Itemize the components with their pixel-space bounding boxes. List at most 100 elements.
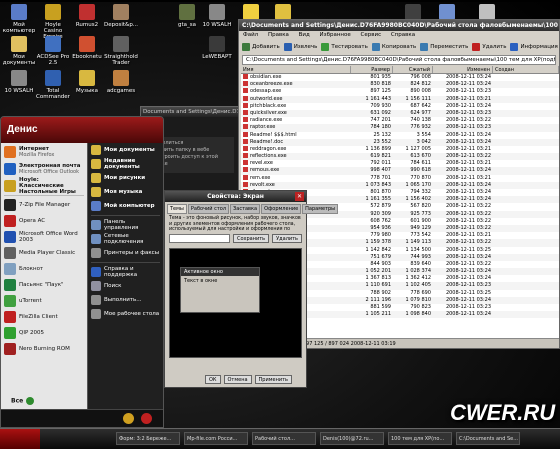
table-row[interactable]: radiance.exe 747 201 740 138 2008-12-11 03:…: [241, 117, 559, 124]
delete-button[interactable]: Удалить: [472, 43, 506, 51]
desktop-icon[interactable]: gta_sa: [170, 4, 204, 28]
recent-program-item[interactable]: Media Player Classic: [1, 245, 87, 261]
menu-edit[interactable]: Правка: [268, 32, 289, 38]
start-menu-place[interactable]: Выполнить...: [88, 293, 163, 307]
recent-program-item[interactable]: Opera AC: [1, 213, 87, 229]
desktop-icon[interactable]: 10 WSALH: [2, 70, 36, 94]
recent-program-item[interactable]: 7-Zip File Manager: [1, 197, 87, 213]
logoff-icon[interactable]: [123, 413, 134, 424]
taskbar-button[interactable]: Мр-file.com Росси...: [184, 432, 248, 445]
pinned-item[interactable]: Электронная почта Microsoft Office Outloo…: [1, 160, 87, 177]
table-row[interactable]: odessap.exe 897 125 890 008 2008-12-11 03:2…: [241, 88, 559, 95]
tab-screensaver[interactable]: Заставка: [230, 204, 261, 214]
display-properties-dialog[interactable]: Свойства: Экран ✕ Темы Рабочий стол Заст…: [164, 190, 339, 388]
extract-button[interactable]: Извлечь: [283, 43, 317, 51]
taskbar-button[interactable]: Форм: 3:2 Береже...: [116, 432, 180, 445]
table-row[interactable]: obsidian.exe 801 935 796 008 2008-12-11 03:…: [241, 74, 559, 81]
start-menu-place[interactable]: Мое рабочее стола: [88, 307, 163, 321]
start-menu[interactable]: Денис Интернет Mozilla Firefox Электронная…: [0, 116, 164, 428]
table-row[interactable]: raptor.exe 784 180 776 932 2008-12-11 03:23: [241, 124, 559, 132]
recent-program-item[interactable]: Пасьянс "Паук": [1, 277, 87, 293]
col-name[interactable]: Имя: [241, 66, 351, 73]
copy-button[interactable]: Копировать: [371, 43, 416, 51]
apply-button[interactable]: Применить: [254, 375, 292, 384]
save-button[interactable]: Сохранить: [233, 234, 270, 243]
taskbar-button[interactable]: Рабочий стол...: [252, 432, 316, 445]
recent-program-item[interactable]: Блокнот: [1, 261, 87, 277]
tab-settings[interactable]: Параметры: [302, 204, 339, 214]
col-packed[interactable]: Сжатый: [393, 66, 433, 73]
menu-tools[interactable]: Сервис: [361, 32, 382, 38]
recent-program-item[interactable]: QIP 2005: [1, 325, 87, 341]
cancel-button[interactable]: Отмена: [223, 375, 252, 384]
desktop-icon[interactable]: Rumus2: [70, 4, 104, 28]
start-menu-place[interactable]: Мои документы: [88, 143, 163, 157]
start-menu-place[interactable]: Сетевые подключения: [88, 232, 163, 246]
table-row[interactable]: reddragon.exe 1 136 899 1 127 005 2008-12-1…: [241, 145, 559, 153]
pinned-item[interactable]: Интернет Mozilla Firefox: [1, 143, 87, 160]
taskbar-button[interactable]: 100 тем для XP(по...: [388, 432, 452, 445]
delete-theme-button[interactable]: Удалить: [272, 234, 302, 243]
ok-button[interactable]: ОК: [205, 375, 221, 384]
start-menu-place[interactable]: Мой компьютер: [88, 199, 163, 213]
table-row[interactable]: revolt.exe 1 073 843 1 065 170 2008-12-11 0…: [241, 181, 559, 189]
recent-program-item[interactable]: FileZilla Client: [1, 309, 87, 325]
desktop-icon[interactable]: Музыка: [70, 70, 104, 94]
start-menu-place[interactable]: Моя музыка: [88, 185, 163, 199]
table-row[interactable]: rem.exe 778 701 770 870 2008-12-11 03:21: [241, 174, 559, 182]
start-button[interactable]: [0, 429, 40, 449]
taskbar-button[interactable]: Denis(100)@72.ru...: [320, 432, 384, 445]
desktop-icon[interactable]: Deposit&p...: [104, 4, 138, 28]
tab-desktop[interactable]: Рабочий стол: [187, 204, 230, 214]
shutdown-icon[interactable]: [141, 413, 152, 424]
table-row[interactable]: remous.exe 998 407 990 618 2008-12-11 03:24: [241, 167, 559, 175]
info-button[interactable]: Информация: [510, 43, 558, 51]
col-size[interactable]: Размер: [351, 66, 393, 73]
menu-view[interactable]: Вид: [299, 32, 310, 38]
table-row[interactable]: oceanbreeze.exe 830 818 824 812 2008-12-11 …: [241, 81, 559, 89]
taskbar-button[interactable]: C:\Documents and Se...: [456, 432, 520, 445]
desktop-icon[interactable]: Hoyle Casino Empire: [36, 4, 70, 40]
recent-program-item[interactable]: Microsoft Office Word 2003: [1, 229, 87, 245]
recent-program-item[interactable]: Nero Burning ROM: [1, 341, 87, 357]
col-modified[interactable]: Изменен: [433, 66, 493, 73]
desktop-icon[interactable]: Ebooknetu: [70, 36, 104, 60]
close-icon[interactable]: ✕: [295, 192, 304, 201]
test-button[interactable]: Тестировать: [321, 43, 368, 51]
desktop-icon[interactable]: 10 WSALH: [200, 4, 234, 28]
desktop-icon[interactable]: LeWEBAPT: [200, 36, 234, 60]
start-menu-place[interactable]: Недавние документы: [88, 157, 163, 171]
recent-program-item[interactable]: uTorrent: [1, 293, 87, 309]
file-packed-cell: 949 129: [410, 224, 431, 231]
col-created[interactable]: Создан: [493, 66, 559, 73]
all-programs-button[interactable]: Все: [11, 397, 35, 405]
add-button[interactable]: Добавить: [242, 43, 280, 51]
desktop-icon[interactable]: Мой компьютер: [2, 4, 36, 34]
move-button[interactable]: Переместить: [420, 43, 468, 51]
start-menu-place[interactable]: Принтеры и факсы: [88, 246, 163, 260]
tab-appearance[interactable]: Оформление: [261, 204, 302, 214]
table-row[interactable]: reflections.exe 619 821 613 670 2008-12-11 …: [241, 153, 559, 161]
menu-help[interactable]: Справка: [391, 32, 415, 38]
theme-select[interactable]: [169, 234, 230, 243]
start-menu-place[interactable]: Поиск: [88, 279, 163, 293]
pinned-item[interactable]: Hoyle: Классические Настольные Игры: [1, 177, 87, 195]
table-row[interactable]: quicksilver.exe 631 092 624 977 2008-12-11 …: [241, 109, 559, 118]
desktop-icon[interactable]: Total Commander: [36, 70, 70, 100]
table-row[interactable]: revel.exe 792 011 784 611 2008-12-11 03:21: [241, 160, 559, 167]
start-menu-place[interactable]: Справка и поддержка: [88, 265, 163, 279]
address-bar[interactable]: C:\Documents and Settings\Денис.D76FA998…: [242, 55, 556, 65]
table-row[interactable]: Readme! $$$.html 25 132 3 554 2008-12-11 03…: [241, 131, 559, 139]
desktop-icon[interactable]: Мои документы: [2, 36, 36, 66]
table-row[interactable]: Readme!.doc 23 552 3 042 2008-12-11 03:24: [241, 138, 559, 146]
table-row[interactable]: outworld.exe 1 161 443 1 156 111 2008-12-11…: [241, 95, 559, 103]
tab-themes[interactable]: Темы: [167, 204, 187, 214]
table-row[interactable]: pitchblack.exe 709 930 687 642 2008-12-11 0…: [241, 102, 559, 110]
desktop-icon[interactable]: ACDSee Pro 2.5: [36, 36, 70, 66]
desktop-icon[interactable]: adcgames: [104, 70, 138, 94]
desktop-icon[interactable]: Straighthold Trader: [104, 36, 138, 66]
menu-favorites[interactable]: Избранное: [320, 32, 351, 38]
start-menu-place[interactable]: Панель управления: [88, 218, 163, 232]
menu-file[interactable]: Файл: [243, 32, 258, 38]
start-menu-place[interactable]: Мои рисунки: [88, 171, 163, 185]
